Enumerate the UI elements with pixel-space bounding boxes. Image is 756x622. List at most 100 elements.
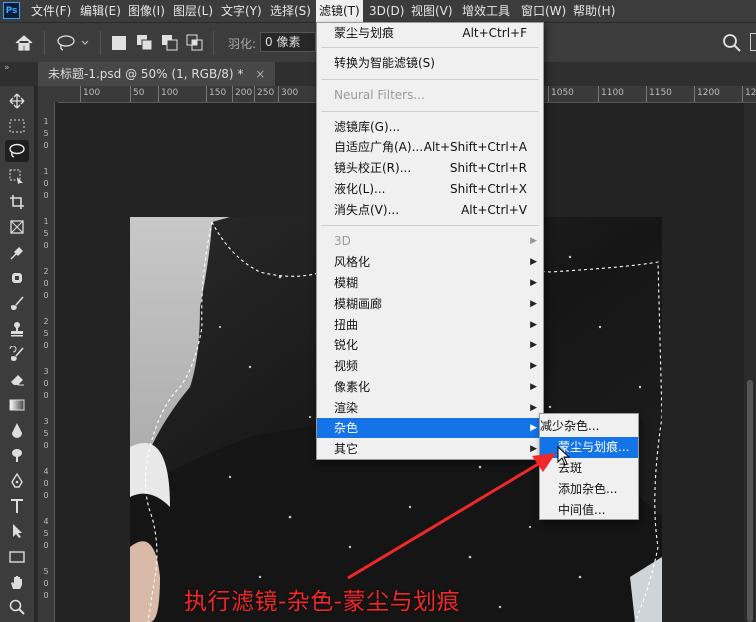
menu-item-lens-correction[interactable]: 镜头校正(R)... Shift+Ctrl+R [317, 158, 543, 178]
tools-panel [0, 86, 35, 622]
menu-item-filter-gallery[interactable]: 滤镜库(G)... [317, 117, 543, 137]
menu-item-distort[interactable]: 扭曲 ▶ [317, 315, 543, 335]
ruler-tick: 5 [43, 329, 49, 338]
ruler-tick: 0 [43, 591, 49, 600]
healing-brush-tool-icon[interactable] [5, 267, 29, 289]
ruler-tick: 5 [43, 229, 49, 238]
rectangle-tool-icon[interactable] [5, 546, 29, 568]
ruler-tick: 5 [43, 429, 49, 438]
menu-file[interactable]: 文件(F) [28, 0, 74, 22]
frame-tool-icon[interactable] [5, 216, 29, 238]
clone-stamp-tool-icon[interactable] [5, 318, 29, 340]
subtract-from-selection-icon[interactable] [161, 34, 179, 52]
noise-submenu: 减少杂色... 蒙尘与划痕... 去斑 添加杂色... 中间值... [539, 413, 639, 520]
ruler-tick: 0 [43, 291, 49, 300]
ruler-tick: 0 [43, 541, 49, 550]
close-tab-icon[interactable]: × [255, 67, 265, 81]
object-selection-tool-icon[interactable] [5, 166, 29, 188]
menu-edit[interactable]: 编辑(E) [77, 0, 124, 22]
document-tab[interactable]: 未标题-1.psd @ 50% (1, RGB/8) * × [38, 62, 276, 86]
hand-tool-icon[interactable] [5, 571, 29, 593]
move-tool-icon[interactable] [5, 90, 29, 112]
search-icon[interactable] [722, 33, 742, 53]
ruler-tick: 5 [43, 529, 49, 538]
gradient-tool-icon[interactable] [5, 394, 29, 416]
menu-item-stylize[interactable]: 风格化 ▶ [317, 252, 543, 272]
menu-item-pixelate[interactable]: 像素化 ▶ [317, 377, 543, 397]
submenu-item-add-noise[interactable]: 添加杂色... [540, 479, 638, 500]
submenu-arrow-icon: ▶ [530, 278, 537, 288]
path-selection-tool-icon[interactable] [5, 520, 29, 542]
menu-item-convert-smart-filter[interactable]: 转换为智能滤镜(S) [317, 53, 543, 73]
menu-item-sharpen[interactable]: 锐化 ▶ [317, 335, 543, 355]
menu-item-render[interactable]: 渲染 ▶ [317, 398, 543, 418]
ruler-tick: 50 [130, 86, 144, 102]
menu-item-video[interactable]: 视频 ▶ [317, 356, 543, 376]
submenu-arrow-icon: ▶ [530, 236, 537, 246]
ruler-tick: 1150 [646, 86, 672, 102]
lasso-tool-preset-icon[interactable] [56, 34, 92, 52]
menu-image[interactable]: 图像(I) [125, 0, 168, 22]
menu-item-adaptive-wide-angle[interactable]: 自适应广角(A)... Alt+Shift+Ctrl+A [317, 137, 543, 157]
submenu-item-reduce-noise[interactable]: 减少杂色... [540, 416, 638, 437]
feather-input[interactable]: 0 像素 [260, 32, 316, 52]
eyedropper-tool-icon[interactable] [5, 242, 29, 264]
expand-panel-icon[interactable]: » [4, 63, 10, 73]
ruler-tick: 150 [206, 86, 226, 102]
scrollbar-thumb[interactable] [747, 380, 753, 622]
vertical-ruler-ticks: 1 5 0 1 0 0 1 5 0 2 0 0 2 5 0 3 0 0 3 5 0 4 0 0 4 5 0 5 0 0 [41, 116, 51, 616]
lasso-tool-icon[interactable] [5, 140, 29, 162]
menu-separator [321, 47, 539, 48]
ruler-tick: 0 [43, 179, 49, 188]
menu-select[interactable]: 选择(S) [267, 0, 314, 22]
submenu-arrow-icon: ▶ [530, 340, 537, 350]
eraser-tool-icon[interactable] [5, 368, 29, 390]
intersect-selection-icon[interactable] [186, 34, 204, 52]
submenu-item-dust-and-scratches[interactable]: 蒙尘与划痕... [540, 437, 638, 458]
zoom-tool-icon[interactable] [5, 596, 29, 618]
menu-item-other[interactable]: 其它 ▶ [317, 439, 543, 459]
menu-item-last-filter[interactable]: 蒙尘与划痕 Alt+Ctrl+F [317, 23, 543, 43]
add-to-selection-icon[interactable] [136, 34, 154, 52]
menu-item-liquify[interactable]: 液化(L)... Shift+Ctrl+X [317, 179, 543, 199]
submenu-arrow-icon: ▶ [530, 423, 537, 433]
menu-3d[interactable]: 3D(D) [366, 0, 407, 22]
menu-separator [321, 111, 539, 112]
submenu-arrow-icon: ▶ [530, 320, 537, 330]
menu-item-noise[interactable]: 杂色 ▶ [317, 418, 543, 438]
ruler-tick: 0 [43, 379, 49, 388]
menu-item-blur[interactable]: 模糊 ▶ [317, 273, 543, 293]
ruler-tick: 0 [43, 441, 49, 450]
photoshop-logo-icon: Ps [3, 2, 20, 19]
brush-tool-icon[interactable] [5, 292, 29, 314]
menu-layer[interactable]: 图层(L) [170, 0, 216, 22]
submenu-item-median[interactable]: 中间值... [540, 500, 638, 521]
menu-item-neural-filters: Neural Filters... [334, 88, 425, 102]
type-tool-icon[interactable] [5, 495, 29, 517]
menu-item-vanishing-point[interactable]: 消失点(V)... Alt+Ctrl+V [317, 200, 543, 220]
crop-tool-icon[interactable] [5, 191, 29, 213]
ruler-tick: 0 [43, 479, 49, 488]
new-selection-icon[interactable] [112, 36, 126, 50]
history-brush-tool-icon[interactable] [5, 343, 29, 365]
menu-type[interactable]: 文字(Y) [218, 0, 265, 22]
menu-item-blur-gallery[interactable]: 模糊画廊 ▶ [317, 294, 543, 314]
ruler-tick: 2 [43, 267, 49, 276]
ruler-tick: 1050 [548, 86, 574, 102]
dodge-tool-icon[interactable] [5, 444, 29, 466]
home-icon[interactable] [14, 34, 34, 52]
menu-plugins[interactable]: 增效工具 [459, 0, 513, 22]
ruler-tick: 4 [43, 467, 49, 476]
marquee-tool-icon[interactable] [5, 115, 29, 137]
menu-view[interactable]: 视图(V) [408, 0, 456, 22]
menu-help[interactable]: 帮助(H) [570, 0, 618, 22]
menu-window[interactable]: 窗口(W) [518, 0, 569, 22]
menu-filter[interactable]: 滤镜(T) [316, 0, 363, 22]
ruler-tick: 3 [43, 417, 49, 426]
workspace-icon[interactable] [750, 33, 756, 51]
pen-tool-icon[interactable] [5, 470, 29, 492]
ruler-tick: 0 [43, 491, 49, 500]
submenu-item-despeckle[interactable]: 去斑 [540, 458, 638, 479]
submenu-arrow-icon: ▶ [530, 382, 537, 392]
blur-tool-icon[interactable] [5, 419, 29, 441]
